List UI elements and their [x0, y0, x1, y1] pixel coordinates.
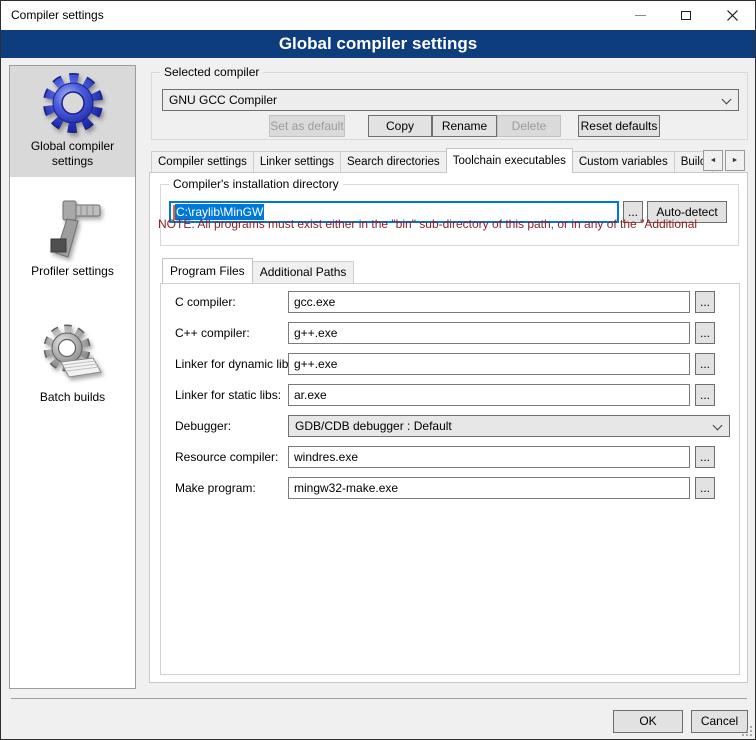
program-files-panel: C compiler: ... C++ compiler: ... Linker… [160, 283, 740, 675]
tab-scroll-left-button[interactable]: ◄ [703, 150, 723, 171]
make-program-input[interactable] [288, 477, 690, 499]
compiler-select[interactable]: GNU GCC Compiler [162, 89, 739, 111]
cpp-compiler-browse-button[interactable]: ... [695, 322, 715, 344]
caliper-icon [41, 196, 105, 260]
cpp-compiler-row: C++ compiler: ... [161, 322, 739, 344]
field-label: C compiler: [175, 291, 236, 313]
field-label: Linker for static libs: [175, 384, 281, 406]
toolchain-executables-page: Compiler's installation directory C:\ray… [149, 172, 748, 683]
static-linker-row: Linker for static libs: ... [161, 384, 739, 406]
delete-button[interactable]: Delete [497, 115, 561, 137]
copy-button[interactable]: Copy [368, 115, 432, 137]
resource-compiler-row: Resource compiler: ... [161, 446, 739, 468]
arrow-right-icon: ► [732, 157, 739, 164]
field-label: Resource compiler: [175, 446, 278, 468]
installation-directory-group: Compiler's installation directory C:\ray… [160, 184, 739, 246]
minimize-button[interactable] [617, 1, 663, 30]
sidebar-item-batch-builds[interactable]: Batch builds [10, 317, 135, 405]
cpp-compiler-input[interactable] [288, 322, 690, 344]
compiler-select-value: GNU GCC Compiler [169, 93, 277, 107]
sidebar-item-global-compiler-settings[interactable]: Global compiler settings [10, 66, 135, 177]
make-program-browse-button[interactable]: ... [695, 477, 715, 499]
footer-separator [11, 698, 747, 699]
window-title: Compiler settings [11, 1, 104, 30]
dynamic-linker-browse-button[interactable]: ... [695, 353, 715, 375]
compiler-settings-dialog: Compiler settings Global compiler settin… [0, 0, 756, 740]
paths-subtabstrip: Program Files Additional Paths [162, 258, 354, 283]
dynamic-linker-input[interactable] [288, 353, 690, 375]
tab-toolchain-executables[interactable]: Toolchain executables [446, 148, 573, 173]
close-button[interactable] [709, 1, 755, 30]
tab-search-directories[interactable]: Search directories [340, 151, 447, 173]
rename-button[interactable]: Rename [432, 115, 497, 137]
subtab-additional-paths[interactable]: Additional Paths [252, 261, 355, 283]
debugger-select-value: GDB/CDB debugger : Default [295, 419, 452, 433]
close-icon [727, 10, 738, 21]
static-linker-browse-button[interactable]: ... [695, 384, 715, 406]
resize-grip-icon[interactable] [742, 726, 752, 736]
resource-compiler-browse-button[interactable]: ... [695, 446, 715, 468]
gear-blue-icon [41, 71, 105, 135]
chevron-down-icon [722, 95, 732, 105]
field-label: Debugger: [175, 415, 231, 437]
field-label: Linker for dynamic libs: [175, 353, 298, 375]
bin-subdirectory-note: NOTE: All programs must exist either in … [158, 217, 723, 231]
settings-sidebar: Global compiler settings Profiler settin… [9, 65, 136, 689]
tab-custom-variables[interactable]: Custom variables [572, 151, 675, 173]
maximize-button[interactable] [663, 1, 709, 30]
debugger-row: Debugger: GDB/CDB debugger : Default [161, 415, 739, 437]
c-compiler-input[interactable] [288, 291, 690, 313]
cancel-button[interactable]: Cancel [691, 710, 748, 733]
resource-compiler-input[interactable] [288, 446, 690, 468]
settings-tabstrip: Compiler settings Linker settings Search… [151, 148, 749, 173]
ok-button[interactable]: OK [613, 710, 683, 733]
sidebar-item-label: Batch builds [10, 390, 135, 405]
sidebar-item-label: Profiler settings [10, 264, 135, 279]
tab-scroll-right-button[interactable]: ► [725, 150, 745, 171]
c-compiler-browse-button[interactable]: ... [695, 291, 715, 313]
field-label: C++ compiler: [175, 322, 250, 344]
chevron-down-icon [713, 421, 723, 431]
set-as-default-button[interactable]: Set as default [269, 115, 345, 137]
static-linker-input[interactable] [288, 384, 690, 406]
reset-defaults-button[interactable]: Reset defaults [578, 115, 660, 137]
page-title: Global compiler settings [279, 34, 477, 54]
tab-linker-settings[interactable]: Linker settings [253, 151, 341, 173]
gear-stack-icon [41, 322, 105, 386]
selected-compiler-legend: Selected compiler [160, 65, 263, 79]
debugger-select[interactable]: GDB/CDB debugger : Default [288, 415, 730, 437]
page-header: Global compiler settings [1, 30, 755, 58]
arrow-left-icon: ◄ [710, 157, 717, 164]
sidebar-item-label: Global compiler settings [10, 139, 135, 169]
tab-compiler-settings[interactable]: Compiler settings [151, 151, 254, 173]
title-bar: Compiler settings [1, 1, 755, 30]
c-compiler-row: C compiler: ... [161, 291, 739, 313]
sidebar-item-profiler-settings[interactable]: Profiler settings [10, 191, 135, 279]
subtab-program-files[interactable]: Program Files [162, 258, 253, 283]
dynamic-linker-row: Linker for dynamic libs: ... [161, 353, 739, 375]
make-program-row: Make program: ... [161, 477, 739, 499]
minimize-icon [635, 15, 646, 16]
field-label: Make program: [175, 477, 256, 499]
maximize-icon [681, 11, 691, 20]
selected-compiler-group: Selected compiler GNU GCC Compiler Set a… [151, 72, 748, 140]
installation-directory-legend: Compiler's installation directory [169, 177, 343, 191]
